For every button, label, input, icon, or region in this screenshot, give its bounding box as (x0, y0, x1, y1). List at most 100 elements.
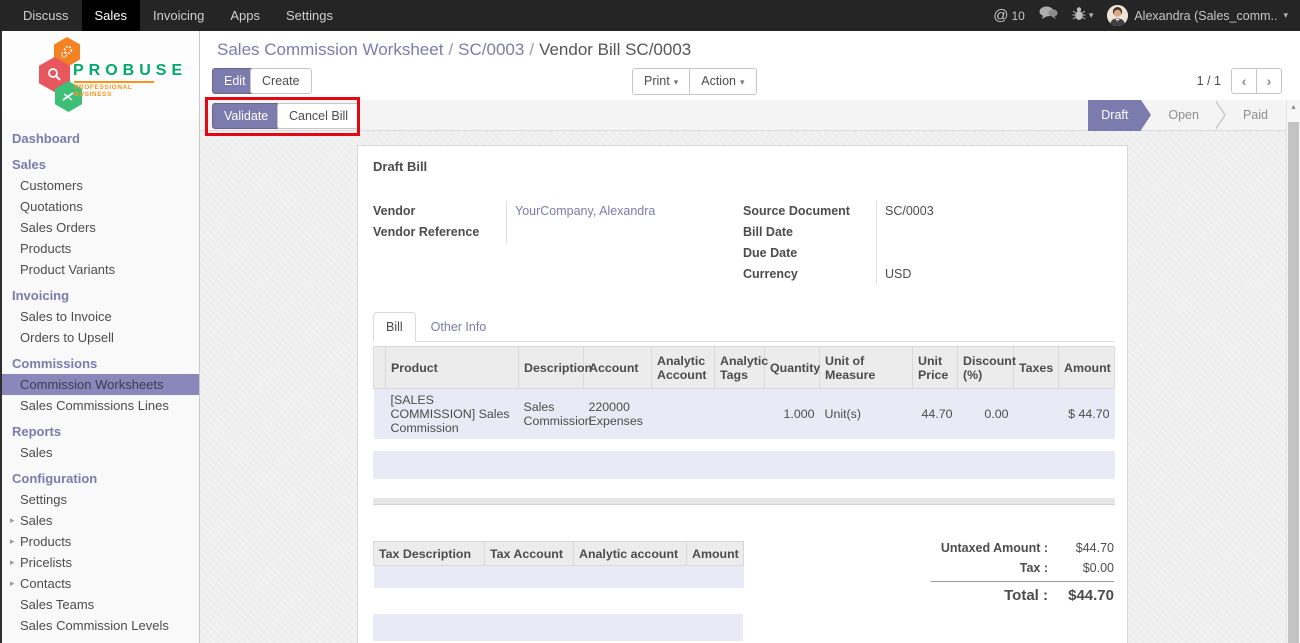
sidebar-heading-sales[interactable]: Sales (2, 154, 199, 175)
cell-amount[interactable]: $ 44.70 (1059, 389, 1115, 440)
chevron-down-icon: ▾ (1089, 10, 1094, 21)
cell-analytic-account[interactable] (652, 389, 715, 440)
sidebar-menu: Dashboard Sales Customers Quotations Sal… (2, 119, 199, 636)
state-draft[interactable]: Draft (1088, 100, 1141, 131)
expand-caret-icon: ▸ (10, 510, 20, 531)
messages-button[interactable] (1039, 6, 1058, 25)
breadcrumb-worksheets[interactable]: Sales Commission Worksheet (217, 40, 443, 59)
sidebar-heading-commissions[interactable]: Commissions (2, 353, 199, 374)
sidebar-item-config-pricelists[interactable]: ▸ Pricelists (2, 552, 199, 573)
tax-header-row: Tax Description Tax Account Analytic acc… (374, 542, 744, 566)
handle-column-header (374, 347, 386, 389)
breadcrumb-separator: / (524, 40, 539, 59)
sidebar-item-sales-commission-levels[interactable]: Sales Commission Levels (2, 615, 199, 636)
col-amount: Amount (1059, 347, 1115, 389)
cell-unit-price[interactable]: 44.70 (913, 389, 958, 440)
source-document-value: SC/0003 (876, 201, 1114, 222)
user-menu[interactable]: Alexandra (Sales_comm.. ▾ (1107, 5, 1288, 26)
validate-button[interactable]: Validate (212, 103, 280, 129)
vendor-label: Vendor (373, 201, 506, 222)
chevron-down-icon: ▾ (740, 77, 745, 87)
sidebar-item-label: Sales (20, 510, 53, 531)
pager-next-button[interactable]: › (1256, 68, 1282, 94)
cell-analytic-tags[interactable] (715, 389, 765, 440)
debug-menu[interactable]: ▾ (1072, 6, 1094, 26)
bug-icon (1072, 6, 1086, 26)
empty-list-row (373, 614, 743, 641)
form-sheet: Draft Bill Vendor YourCompany, Alexandra… (357, 145, 1128, 643)
tab-bill[interactable]: Bill (373, 312, 416, 342)
create-button[interactable]: Create (250, 68, 312, 94)
scrollbar-up-icon[interactable]: ▲ (1287, 100, 1300, 116)
cell-discount[interactable]: 0.00 (958, 389, 1014, 440)
cell-account[interactable]: 220000 Expenses (584, 389, 652, 440)
horizontal-scrollbar[interactable] (373, 498, 1115, 505)
state-open[interactable]: Open (1151, 100, 1216, 131)
source-document-label: Source Document (743, 201, 876, 222)
sidebar-item-product-variants[interactable]: Product Variants (2, 259, 199, 280)
nav-app-invoicing[interactable]: Invoicing (140, 0, 217, 31)
sidebar-item-orders-to-upsell[interactable]: Orders to Upsell (2, 327, 199, 348)
chat-bubbles-icon (1039, 6, 1058, 25)
invoice-line-row[interactable]: [SALES COMMISSION] Sales Commission Sale… (374, 389, 1115, 440)
notebook-tabs: Bill Other Info (373, 312, 1114, 342)
cell-quantity[interactable]: 1.000 (765, 389, 820, 440)
mentions-counter[interactable]: @ 10 (993, 7, 1025, 24)
sidebar-item-sales-teams[interactable]: Sales Teams (2, 594, 199, 615)
cell-uom[interactable]: Unit(s) (820, 389, 913, 440)
action-dropdown-button[interactable]: Action▾ (689, 68, 756, 95)
statusbar: Validate Cancel Bill Draft Open Paid (200, 100, 1300, 131)
state-paid[interactable]: Paid (1226, 100, 1285, 131)
tax-lines-table: Tax Description Tax Account Analytic acc… (373, 541, 744, 588)
chevron-down-icon: ▾ (1283, 10, 1288, 21)
tab-other-info[interactable]: Other Info (416, 313, 502, 341)
nav-app-settings[interactable]: Settings (273, 0, 346, 31)
col-description: Description (519, 347, 584, 389)
cell-product[interactable]: [SALES COMMISSION] Sales Commission (386, 389, 519, 440)
sidebar-item-reports-sales[interactable]: Sales (2, 442, 199, 463)
tax-label: Tax : (1020, 558, 1048, 578)
sidebar-heading-reports[interactable]: Reports (2, 421, 199, 442)
bill-date-label: Bill Date (743, 222, 876, 243)
sidebar-heading-configuration[interactable]: Configuration (2, 468, 199, 489)
scrollbar-thumb[interactable] (1288, 122, 1299, 643)
cell-taxes[interactable] (1014, 389, 1059, 440)
sidebar-item-sales-to-invoice[interactable]: Sales to Invoice (2, 306, 199, 327)
nav-app-discuss[interactable]: Discuss (10, 0, 82, 31)
bill-date-value (876, 222, 1114, 243)
sidebar-item-config-sales[interactable]: ▸ Sales (2, 510, 199, 531)
untaxed-amount-label: Untaxed Amount : (941, 538, 1048, 558)
empty-list-row (373, 451, 1115, 479)
print-dropdown-button[interactable]: Print▾ (632, 68, 690, 95)
pager-previous-button[interactable]: ‹ (1231, 68, 1257, 94)
sidebar-item-quotations[interactable]: Quotations (2, 196, 199, 217)
state-chevron-icon (1216, 100, 1226, 131)
mention-count: 10 (1011, 9, 1024, 23)
vendor-value[interactable]: YourCompany, Alexandra (506, 201, 725, 222)
vertical-scrollbar[interactable]: ▲ (1286, 100, 1300, 643)
nav-app-apps[interactable]: Apps (217, 0, 273, 31)
sidebar-item-sales-orders[interactable]: Sales Orders (2, 217, 199, 238)
nav-app-sales[interactable]: Sales (82, 0, 141, 31)
col-product: Product (386, 347, 519, 389)
sidebar-item-settings[interactable]: Settings (2, 489, 199, 510)
breadcrumb-sc0003[interactable]: SC/0003 (458, 40, 524, 59)
sidebar-item-commission-worksheets[interactable]: Commission Worksheets (2, 374, 199, 395)
col-unit-of-measure: Unit of Measure (820, 347, 913, 389)
cell-description[interactable]: Sales Commission (519, 389, 584, 440)
col-tax-description: Tax Description (374, 542, 485, 566)
sidebar-heading-dashboard[interactable]: Dashboard (2, 128, 199, 149)
sidebar-item-customers[interactable]: Customers (2, 175, 199, 196)
expand-caret-icon: ▸ (10, 552, 20, 573)
sidebar-item-config-contacts[interactable]: ▸ Contacts (2, 573, 199, 594)
sidebar-item-sales-commissions-lines[interactable]: Sales Commissions Lines (2, 395, 199, 416)
sidebar: PROBUSE PROFESSIONAL BUSINESS Dashboard … (0, 31, 200, 643)
sidebar-heading-invoicing[interactable]: Invoicing (2, 285, 199, 306)
cancel-bill-button[interactable]: Cancel Bill (277, 103, 360, 129)
vendor-reference-value (506, 222, 725, 243)
document-state-title: Draft Bill (373, 159, 427, 174)
sidebar-item-products[interactable]: Products (2, 238, 199, 259)
sidebar-item-config-products[interactable]: ▸ Products (2, 531, 199, 552)
invoice-lines-table: Product Description Account Analytic Acc… (373, 346, 1115, 439)
avatar (1107, 5, 1128, 26)
